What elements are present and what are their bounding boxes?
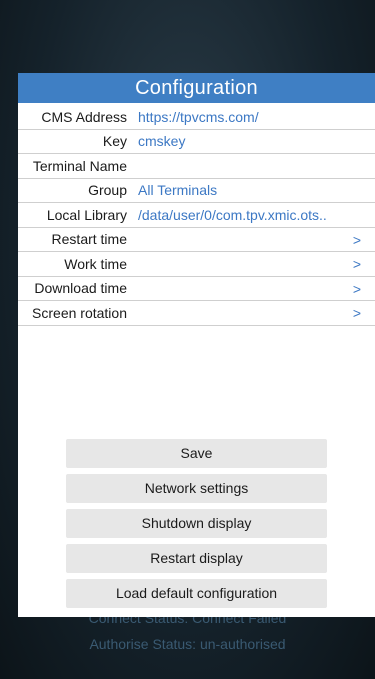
row-label: CMS Address bbox=[41, 108, 127, 125]
chevron-right-icon: > bbox=[352, 280, 361, 297]
restart-display-button[interactable]: Restart display bbox=[66, 544, 327, 573]
save-button[interactable]: Save bbox=[66, 439, 327, 468]
chevron-right-icon: > bbox=[352, 231, 361, 248]
row-group[interactable]: Group All Terminals bbox=[18, 179, 375, 203]
shutdown-display-button[interactable]: Shutdown display bbox=[66, 509, 327, 538]
cms-address-value[interactable]: https://tpvcms.com/ bbox=[138, 109, 375, 125]
row-label: Work time bbox=[64, 255, 127, 272]
row-local-library[interactable]: Local Library /data/user/0/com.tpv.xmic.… bbox=[18, 203, 375, 228]
load-default-configuration-button[interactable]: Load default configuration bbox=[66, 579, 327, 608]
row-label: Screen rotation bbox=[32, 304, 127, 321]
row-restart-time[interactable]: Restart time > bbox=[18, 228, 375, 252]
authorise-status-text: Authorise Status: un-authorised bbox=[89, 636, 286, 652]
settings-list: CMS Address https://tpvcms.com/ Key cmsk… bbox=[18, 105, 375, 326]
row-key[interactable]: Key cmskey bbox=[18, 130, 375, 154]
chevron-right-icon: > bbox=[352, 305, 361, 321]
action-buttons: Save Network settings Shutdown display R… bbox=[66, 439, 327, 614]
row-download-time[interactable]: Download time > bbox=[18, 277, 375, 301]
row-label: Terminal Name bbox=[32, 157, 127, 174]
row-label: Local Library bbox=[46, 206, 127, 223]
row-terminal-name[interactable]: Terminal Name bbox=[18, 154, 375, 179]
row-label: Download time bbox=[34, 280, 127, 297]
local-library-value[interactable]: /data/user/0/com.tpv.xmic.ots.. bbox=[138, 207, 375, 223]
row-label: Group bbox=[88, 182, 127, 199]
chevron-right-icon: > bbox=[352, 256, 361, 272]
row-cms-address[interactable]: CMS Address https://tpvcms.com/ bbox=[18, 105, 375, 130]
group-value[interactable]: All Terminals bbox=[138, 182, 375, 198]
network-settings-button[interactable]: Network settings bbox=[66, 474, 327, 503]
dialog-title: Configuration bbox=[18, 73, 375, 103]
row-label: Key bbox=[102, 133, 127, 150]
row-screen-rotation[interactable]: Screen rotation > bbox=[18, 301, 375, 326]
configuration-dialog: Configuration CMS Address https://tpvcms… bbox=[18, 73, 375, 617]
key-value[interactable]: cmskey bbox=[138, 133, 375, 149]
row-work-time[interactable]: Work time > bbox=[18, 252, 375, 277]
row-label: Restart time bbox=[51, 231, 127, 248]
